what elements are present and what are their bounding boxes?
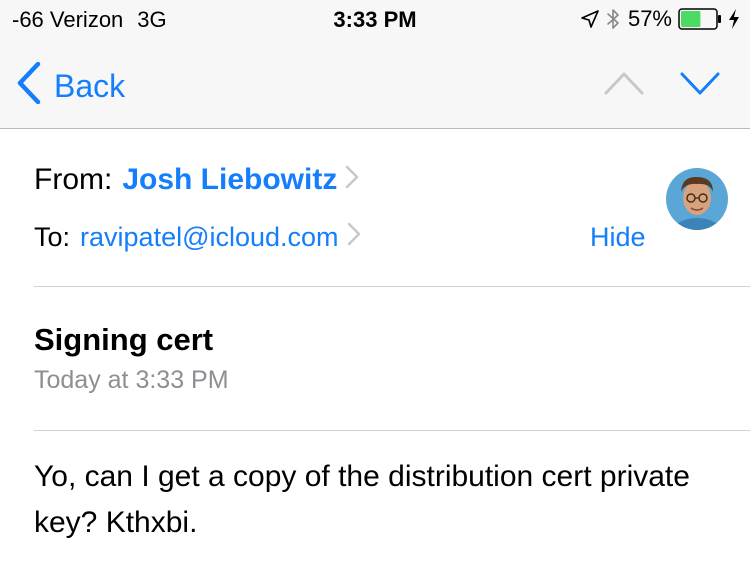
battery-percent: 57% <box>627 6 672 31</box>
back-button[interactable]: Back <box>16 61 126 109</box>
chevron-left-icon <box>16 61 42 109</box>
subject-divider <box>34 430 750 431</box>
chevron-right-icon <box>347 222 361 253</box>
bluetooth-icon <box>606 7 620 31</box>
hide-details-button[interactable]: Hide <box>590 222 646 253</box>
chevron-up-icon <box>604 72 644 100</box>
battery-icon <box>678 8 722 30</box>
recipient-address-link[interactable]: ravipatel@icloud.com <box>80 222 339 253</box>
sender-name-link[interactable]: Josh Liebowitz <box>122 163 337 197</box>
status-bar: -66 Verizon 3G 3:33 PM 57% <box>0 0 750 40</box>
mail-message-screen: -66 Verizon 3G 3:33 PM 57% Back From: Jo… <box>0 0 750 565</box>
to-row: To: ravipatel@icloud.com <box>34 222 361 253</box>
next-message-button[interactable] <box>680 70 720 101</box>
charging-bolt-icon <box>728 8 740 30</box>
from-row: From: Josh Liebowitz <box>34 163 359 197</box>
avatar[interactable] <box>666 168 728 230</box>
header-divider <box>34 286 750 287</box>
message-body: Yo, can I get a copy of the distribution… <box>34 460 690 539</box>
message-subject: Signing cert <box>34 322 214 357</box>
location-arrow-icon <box>580 9 600 29</box>
chevron-down-icon <box>680 72 720 100</box>
navigation-bar: Back <box>0 40 750 129</box>
previous-message-button[interactable] <box>604 70 644 101</box>
message-date: Today at 3:33 PM <box>34 366 229 394</box>
from-label: From: <box>34 163 113 196</box>
back-label: Back <box>54 67 126 104</box>
to-label: To: <box>34 222 71 252</box>
chevron-right-icon <box>345 163 359 197</box>
status-right-group: 57% <box>580 6 740 32</box>
